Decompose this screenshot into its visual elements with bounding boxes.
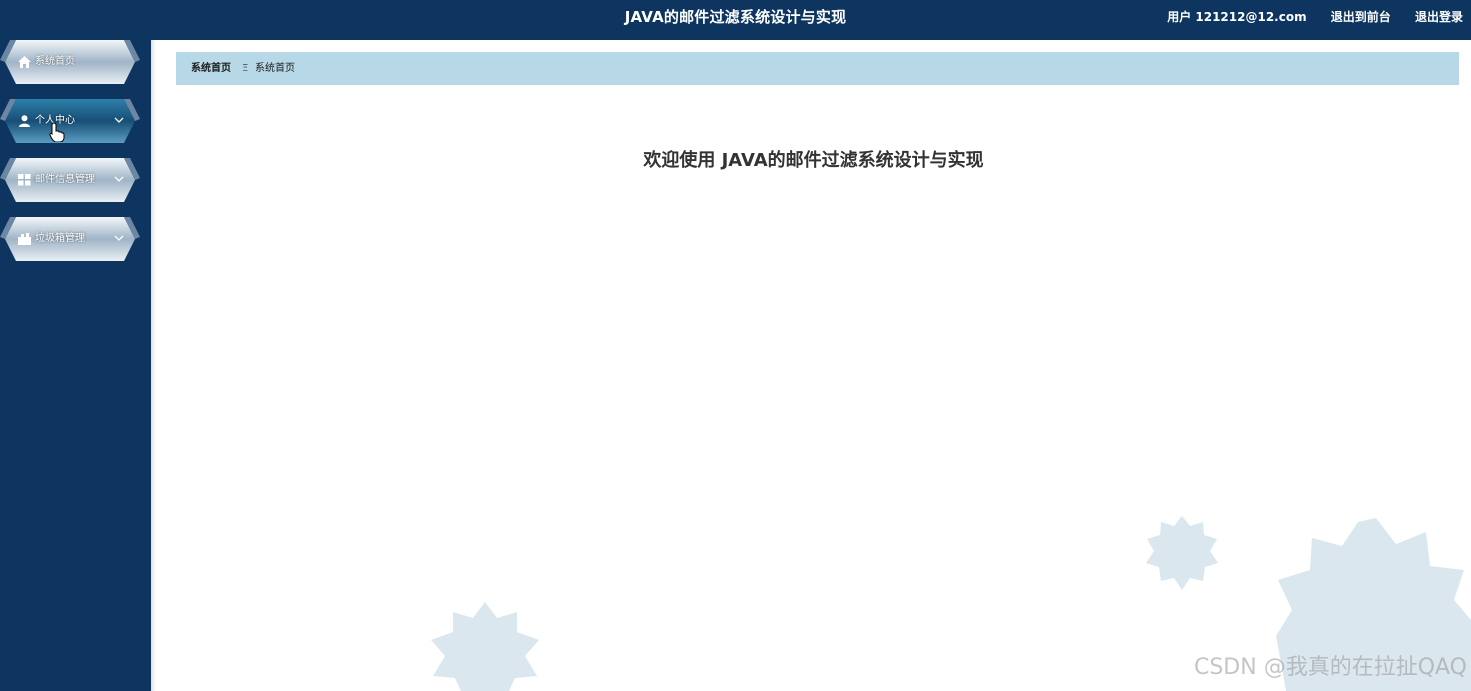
sidebar: 系统首页 个人中心 邮件信息管理 垃圾箱管理 xyxy=(0,40,151,691)
decorative-starburst xyxy=(431,602,539,691)
menu-item-content: 垃圾箱管理 xyxy=(18,217,85,261)
header-actions: 用户 121212@12.com 退出到前台 退出登录 xyxy=(1147,0,1463,34)
menu-item-content: 邮件信息管理 xyxy=(18,158,95,202)
sidebar-item-home[interactable]: 系统首页 xyxy=(0,40,142,84)
menu-item-content: 系统首页 xyxy=(18,40,75,84)
sidebar-item-trash-management[interactable]: 垃圾箱管理 xyxy=(0,217,142,261)
sidebar-item-personal-center[interactable]: 个人中心 xyxy=(0,99,142,143)
chevron-down-icon xyxy=(114,176,124,182)
sidebar-item-label: 邮件信息管理 xyxy=(35,174,95,185)
breadcrumb-separator: Ξ xyxy=(242,63,249,74)
breadcrumb-root[interactable]: 系统首页 xyxy=(191,52,231,85)
chevron-down-icon xyxy=(114,235,124,241)
watermark: CSDN @我真的在拉扯QAQ xyxy=(1193,655,1467,680)
top-header: JAVA的邮件过滤系统设计与实现 用户 121212@12.com 退出到前台 … xyxy=(0,0,1471,40)
sidebar-item-mail-management[interactable]: 邮件信息管理 xyxy=(0,158,142,202)
breadcrumb: 系统首页 Ξ 系统首页 xyxy=(176,52,1459,85)
back-to-front-link[interactable]: 退出到前台 xyxy=(1331,10,1391,24)
sidebar-item-label: 系统首页 xyxy=(35,56,75,67)
menu-item-content: 个人中心 xyxy=(18,99,75,143)
sidebar-shadow xyxy=(151,40,156,691)
trash-box-icon xyxy=(18,233,31,245)
hand-cursor-icon xyxy=(49,122,65,142)
breadcrumb-current: 系统首页 xyxy=(255,63,295,74)
user-label: 用户 121212@12.com xyxy=(1167,10,1307,24)
home-icon xyxy=(18,56,31,68)
grid-icon xyxy=(18,174,31,186)
decorative-starburst-small xyxy=(1146,516,1218,590)
welcome-title: 欢迎使用 JAVA的邮件过滤系统设计与实现 xyxy=(643,150,984,171)
logout-link[interactable]: 退出登录 xyxy=(1415,10,1463,24)
chevron-down-icon xyxy=(114,117,124,123)
user-icon xyxy=(19,115,30,127)
sidebar-item-label: 垃圾箱管理 xyxy=(35,233,85,244)
